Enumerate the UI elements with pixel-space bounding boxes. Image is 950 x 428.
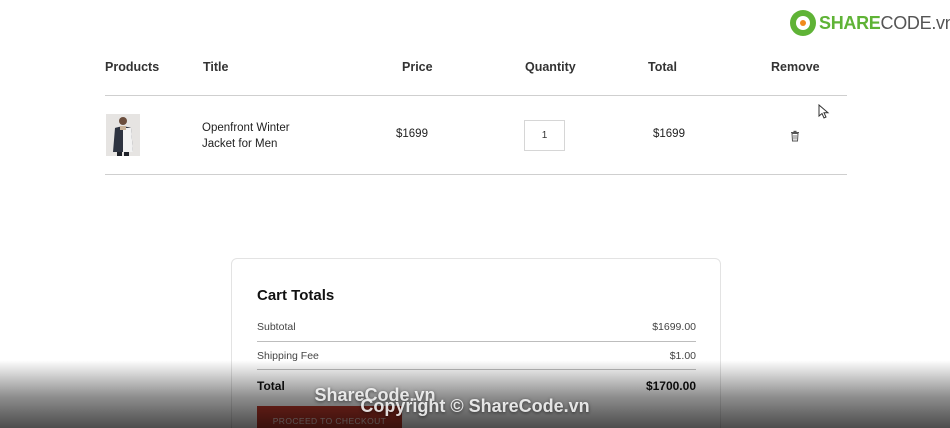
- trash-icon[interactable]: [789, 129, 801, 142]
- total-label: Total: [257, 379, 285, 393]
- shipping-value: $1.00: [669, 350, 696, 362]
- header-products: Products: [105, 60, 160, 74]
- sharecode-logo: SHARECODE.vn: [790, 10, 950, 36]
- sharecode-logo-text: SHARECODE.vn: [819, 12, 950, 33]
- shipping-divider: [257, 369, 696, 370]
- subtotal-label: Subtotal: [257, 321, 296, 333]
- cart-totals-card: Cart Totals Subtotal $1699.00 Shipping F…: [231, 258, 721, 428]
- header-quantity: Quantity: [525, 60, 576, 74]
- header-remove: Remove: [771, 60, 820, 74]
- sharecode-logo-icon: [790, 10, 816, 36]
- total-value: $1700.00: [645, 379, 696, 393]
- proceed-to-checkout-button[interactable]: PROCEED TO CHECKOUT: [257, 406, 402, 428]
- row-divider: [105, 174, 847, 175]
- header-price: Price: [402, 60, 433, 74]
- product-total: $1699: [653, 128, 685, 140]
- header-total: Total: [648, 60, 677, 74]
- quantity-input[interactable]: [524, 120, 565, 151]
- header-title: Title: [203, 60, 229, 74]
- product-title[interactable]: Openfront Winter Jacket for Men: [202, 120, 312, 152]
- cart-row: Openfront Winter Jacket for Men $1699 $1…: [0, 96, 950, 174]
- mouse-cursor-icon: [818, 103, 830, 120]
- product-price: $1699: [396, 128, 428, 140]
- cart-totals-heading: Cart Totals: [257, 287, 335, 304]
- cart-table-header: Products Title Price Quantity Total Remo…: [0, 60, 950, 76]
- product-thumbnail[interactable]: [106, 114, 140, 156]
- subtotal-divider: [257, 341, 696, 342]
- shipping-label: Shipping Fee: [257, 350, 319, 362]
- subtotal-value: $1699.00: [652, 321, 696, 333]
